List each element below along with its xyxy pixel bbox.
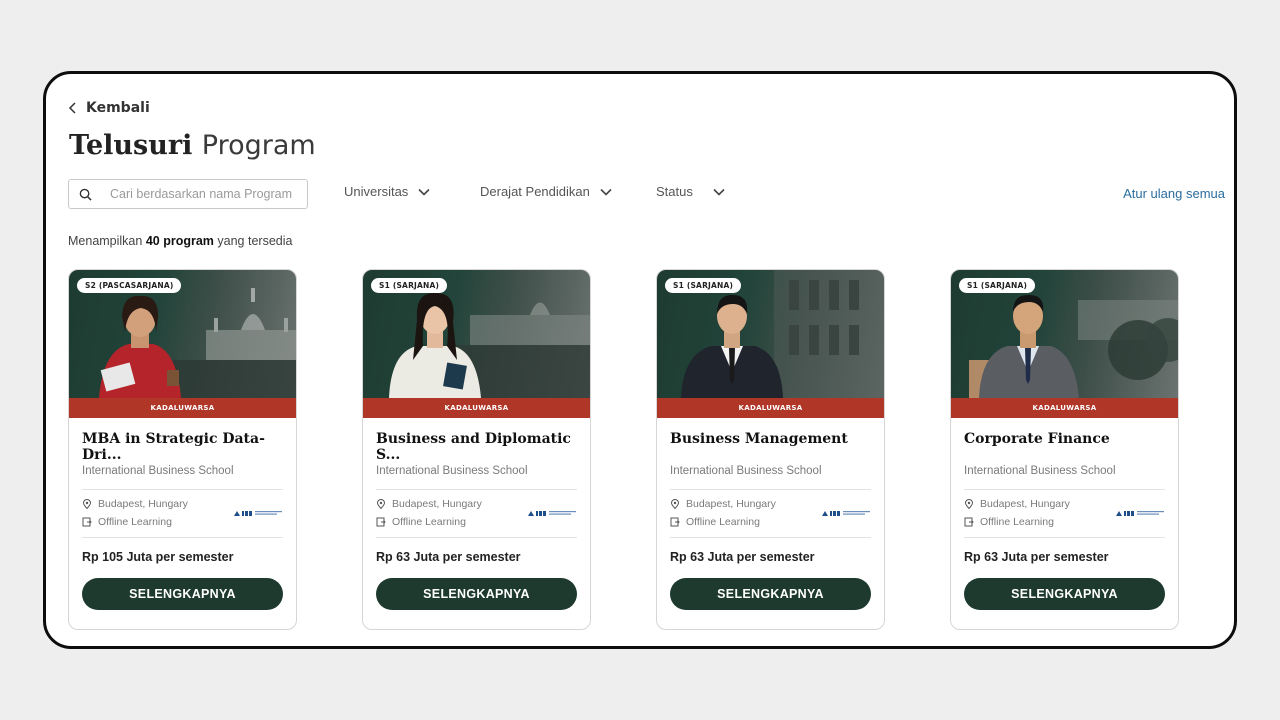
program-meta: Budapest, Hungary Offline Learning (964, 489, 1165, 538)
results-prefix: Menampilkan (68, 234, 143, 248)
location-text: Budapest, Hungary (686, 498, 776, 510)
ibs-logo-icon (234, 511, 282, 516)
ibs-logo-icon (1116, 511, 1164, 516)
search-box[interactable] (68, 179, 308, 209)
learning-mode-icon (670, 517, 680, 527)
program-image: S1 (SARJANA) (363, 270, 590, 398)
learning-mode-icon (964, 517, 974, 527)
status-banner: KADALUWARSA (69, 398, 296, 418)
search-input[interactable] (110, 187, 305, 201)
filter-university[interactable]: Universitas (344, 184, 430, 199)
filter-degree-label: Derajat Pendidikan (480, 184, 590, 199)
filter-degree[interactable]: Derajat Pendidikan (480, 184, 612, 199)
status-banner: KADALUWARSA (363, 398, 590, 418)
program-name: Business and Diplomatic S... (376, 431, 571, 463)
reset-all-link[interactable]: Atur ulang semua (1123, 186, 1225, 201)
filter-status-label: Status (656, 184, 693, 199)
location-pin-icon (376, 499, 386, 509)
location-pin-icon (964, 499, 974, 509)
location-text: Budapest, Hungary (392, 498, 482, 510)
degree-badge: S1 (SARJANA) (371, 278, 448, 293)
degree-badge: S1 (SARJANA) (665, 278, 742, 293)
back-label: Kembali (86, 100, 150, 116)
page-title: Telusuri Program (69, 130, 316, 161)
learning-mode-text: Offline Learning (98, 516, 172, 528)
details-button[interactable]: SELENGKAPNYA (964, 578, 1165, 610)
details-button[interactable]: SELENGKAPNYA (670, 578, 871, 610)
chevron-down-icon (418, 188, 430, 196)
learning-mode-text: Offline Learning (686, 516, 760, 528)
program-image: S2 (PASCASARJANA) (69, 270, 296, 398)
student-photo (681, 294, 783, 398)
details-button[interactable]: SELENGKAPNYA (82, 578, 283, 610)
chevron-left-icon (68, 102, 76, 114)
ibs-logo-icon (822, 511, 870, 516)
program-name: MBA in Strategic Data-Dri... (82, 431, 265, 463)
price: Rp 105 Juta per semester (82, 550, 234, 564)
ibs-logo-icon (528, 511, 576, 516)
location-text: Budapest, Hungary (98, 498, 188, 510)
price: Rp 63 Juta per semester (964, 550, 1109, 564)
university-name: International Business School (82, 465, 234, 477)
chevron-down-icon (713, 188, 725, 196)
page-title-light: Program (201, 130, 316, 161)
program-card[interactable]: S1 (SARJANA) KADALUWARSA Corporate Finan… (950, 269, 1179, 630)
program-name: Business Management (670, 431, 848, 447)
program-card[interactable]: S1 (SARJANA) KADALUWARSA Business Manage… (656, 269, 885, 630)
app-window: Kembali Telusuri Program Universitas Der… (43, 71, 1237, 649)
student-photo (99, 295, 181, 398)
chevron-down-icon (600, 188, 612, 196)
results-number: 40 program (145, 234, 214, 248)
filter-status[interactable]: Status (656, 184, 725, 199)
program-meta: Budapest, Hungary Offline Learning (82, 489, 283, 538)
location-pin-icon (670, 499, 680, 509)
program-card[interactable]: S2 (PASCASARJANA) KADALUWARSA MBA in Str… (68, 269, 297, 630)
university-name: International Business School (964, 465, 1116, 477)
program-image: S1 (SARJANA) (657, 270, 884, 398)
student-photo (389, 292, 481, 398)
price: Rp 63 Juta per semester (670, 550, 815, 564)
price: Rp 63 Juta per semester (376, 550, 521, 564)
learning-mode-text: Offline Learning (392, 516, 466, 528)
university-name: International Business School (376, 465, 528, 477)
program-meta: Budapest, Hungary Offline Learning (670, 489, 871, 538)
location-text: Budapest, Hungary (980, 498, 1070, 510)
results-suffix: yang tersedia (217, 234, 293, 248)
page-title-strong: Telusuri (69, 130, 193, 161)
search-icon (79, 188, 92, 201)
details-button[interactable]: SELENGKAPNYA (376, 578, 577, 610)
learning-mode-icon (82, 517, 92, 527)
location-pin-icon (82, 499, 92, 509)
program-image: S1 (SARJANA) (951, 270, 1178, 398)
program-name: Corporate Finance (964, 431, 1110, 447)
student-photo (969, 294, 1079, 398)
program-meta: Budapest, Hungary Offline Learning (376, 489, 577, 538)
back-link[interactable]: Kembali (68, 100, 150, 116)
results-count: Menampilkan 40 program yang tersedia (68, 234, 292, 248)
status-banner: KADALUWARSA (657, 398, 884, 418)
status-banner: KADALUWARSA (951, 398, 1178, 418)
university-name: International Business School (670, 465, 822, 477)
program-card[interactable]: S1 (SARJANA) KADALUWARSA Business and Di… (362, 269, 591, 630)
degree-badge: S1 (SARJANA) (959, 278, 1036, 293)
learning-mode-text: Offline Learning (980, 516, 1054, 528)
filter-university-label: Universitas (344, 184, 409, 199)
learning-mode-icon (376, 517, 386, 527)
degree-badge: S2 (PASCASARJANA) (77, 278, 182, 293)
